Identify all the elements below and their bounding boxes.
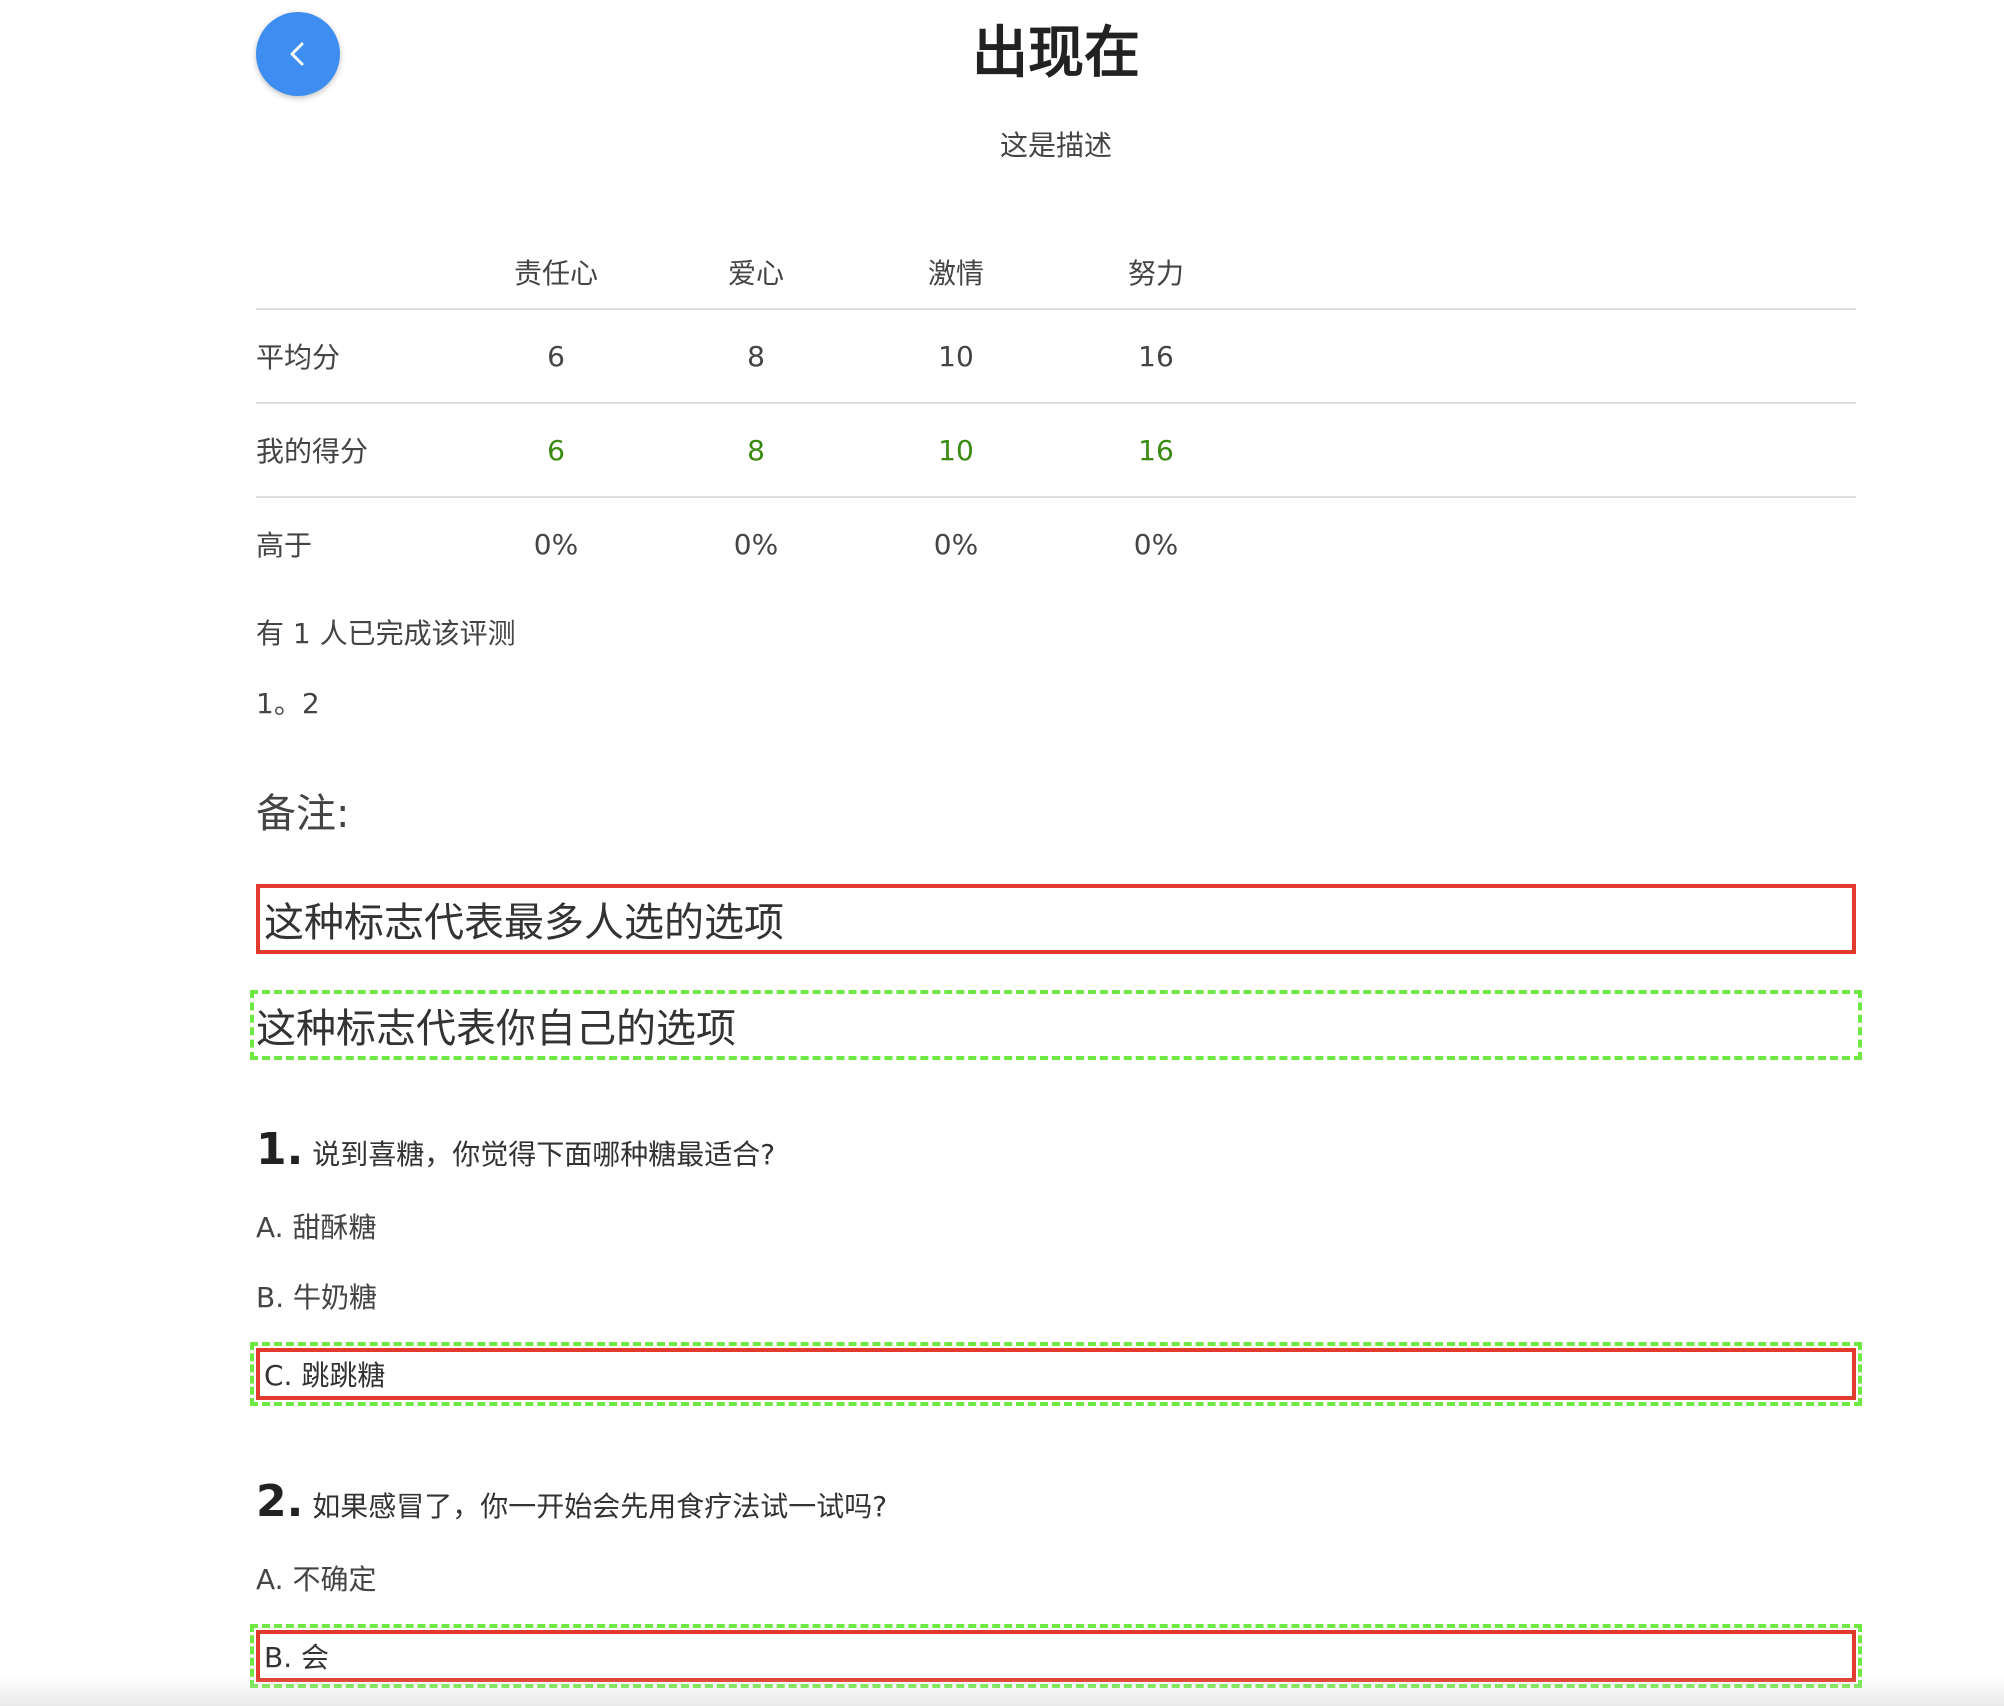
page-title: 出现在 xyxy=(972,21,1140,86)
score-table: 责任心 爱心 激情 努力 平均分 6 8 10 16 我的得分 6 8 10 1 xyxy=(256,236,1856,590)
table-cell: 0% xyxy=(1133,527,1179,561)
table-row-my-score: 我的得分 6 8 10 16 xyxy=(256,403,1856,497)
most-chosen-option: C. 跳跳糖 xyxy=(256,1348,1856,1400)
table-filler xyxy=(1256,236,1856,309)
table-cell: 10 xyxy=(938,339,974,373)
table-cell: 10 xyxy=(938,433,974,467)
completion-count-text: 有 1 人已完成该评测 xyxy=(256,617,516,650)
table-filler xyxy=(1256,309,1856,403)
legend-own-choice: 这种标志代表你自己的选项 xyxy=(250,990,1862,1060)
question-number: 2. xyxy=(256,1476,304,1527)
question-2: 2. 如果感冒了，你一开始会先用食疗法试一试吗? xyxy=(256,1474,887,1535)
table-filler xyxy=(1256,497,1856,590)
row-label: 平均分 xyxy=(256,341,341,374)
question-text: 如果感冒了，你一开始会先用食疗法试一试吗? xyxy=(312,1490,888,1523)
table-cell: 8 xyxy=(747,339,765,373)
table-cell: 6 xyxy=(547,339,565,373)
option-label: B. 会 xyxy=(264,1641,330,1674)
table-header-empty xyxy=(256,236,456,309)
option-item: A. 甜酥糖 xyxy=(256,1211,377,1244)
table-cell: 0% xyxy=(733,527,779,561)
question-number: 1. xyxy=(256,1124,304,1175)
legend-most-chosen-label: 这种标志代表最多人选的选项 xyxy=(264,900,784,946)
option-item: A. 不确定 xyxy=(256,1563,377,1596)
notes-heading: 备注: xyxy=(256,791,350,837)
table-row-higher-than: 高于 0% 0% 0% 0% xyxy=(256,497,1856,590)
row-label: 高于 xyxy=(256,529,313,562)
column-header: 努力 xyxy=(1127,257,1184,290)
table-cell: 6 xyxy=(547,433,565,467)
table-cell: 16 xyxy=(1138,433,1174,467)
option-label: C. 跳跳糖 xyxy=(264,1359,386,1392)
column-header: 责任心 xyxy=(513,257,598,290)
column-header: 爱心 xyxy=(727,257,784,290)
option-item: B. 牛奶糖 xyxy=(256,1281,378,1314)
table-cell: 0% xyxy=(933,527,979,561)
page-description: 这是描述 xyxy=(999,129,1112,162)
survey-result-page: 出现在 这是描述 责任心 爱心 激情 努力 平均分 6 8 10 16 我的得分… xyxy=(250,0,1862,1706)
row-label: 我的得分 xyxy=(256,435,369,468)
table-cell: 8 xyxy=(747,433,765,467)
legend-own-choice-label: 这种标志代表你自己的选项 xyxy=(256,1006,736,1052)
extra-text: 1。2 xyxy=(256,687,320,720)
table-row-average: 平均分 6 8 10 16 xyxy=(256,309,1856,403)
question-1: 1. 说到喜糖，你觉得下面哪种糖最适合? xyxy=(256,1122,775,1183)
legend-most-chosen: 这种标志代表最多人选的选项 xyxy=(256,884,1856,954)
table-cell: 16 xyxy=(1138,339,1174,373)
table-cell: 0% xyxy=(533,527,579,561)
table-header-row: 责任心 爱心 激情 努力 xyxy=(256,236,1856,309)
table-filler xyxy=(1256,403,1856,497)
question-text: 说到喜糖，你觉得下面哪种糖最适合? xyxy=(312,1138,776,1171)
most-chosen-option: B. 会 xyxy=(256,1630,1856,1682)
bottom-scroll-fade xyxy=(0,1676,2004,1706)
column-header: 激情 xyxy=(927,257,984,290)
